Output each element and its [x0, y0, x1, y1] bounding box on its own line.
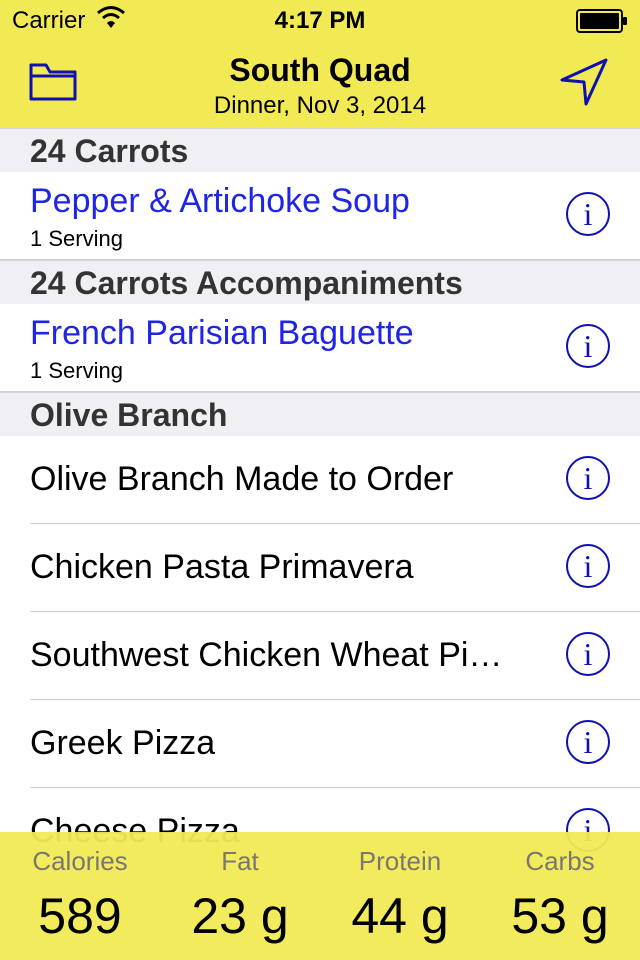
info-icon[interactable]: i [566, 324, 610, 368]
list-item[interactable]: French Parisian Baguette 1 Serving i [0, 304, 640, 392]
item-title[interactable]: French Parisian Baguette [30, 314, 414, 353]
navigation-bar: South Quad Dinner, Nov 3, 2014 [0, 40, 640, 128]
info-icon[interactable]: i [566, 632, 610, 676]
calories-stat: Calories 589 [0, 832, 160, 945]
menu-list: 24 Carrots Pepper & Artichoke Soup 1 Ser… [0, 128, 640, 876]
info-icon[interactable]: i [566, 720, 610, 764]
list-item[interactable]: Southwest Chicken Wheat Pi… i [0, 612, 640, 700]
item-servings: 1 Serving [30, 358, 123, 383]
carbs-value: 53 g [511, 888, 609, 944]
status-bar: Carrier 4:17 PM [0, 0, 640, 40]
section-header: 24 Carrots [0, 128, 640, 172]
section-header: 24 Carrots Accompaniments [0, 260, 640, 304]
carbs-stat: Carbs 53 g [480, 832, 640, 945]
item-title: Olive Branch Made to Order [30, 460, 454, 498]
carbs-label: Carbs [525, 846, 595, 876]
item-title: Chicken Pasta Primavera [30, 548, 414, 586]
protein-label: Protein [358, 846, 442, 876]
nutrition-summary-bar: Calories 589 Fat 23 g Protein 44 g Carbs… [0, 832, 640, 960]
battery-icon [576, 9, 627, 33]
list-item[interactable]: Olive Branch Made to Order i [0, 436, 640, 524]
info-icon[interactable]: i [566, 544, 610, 588]
location-arrow-icon[interactable] [558, 56, 610, 108]
item-title[interactable]: Pepper & Artichoke Soup [30, 182, 410, 221]
calories-label: Calories [32, 846, 128, 876]
divider [0, 259, 640, 260]
divider [0, 391, 640, 392]
info-icon[interactable]: i [566, 456, 610, 500]
item-title: Southwest Chicken Wheat Pi… [30, 636, 503, 674]
list-item[interactable]: Pepper & Artichoke Soup 1 Serving i [0, 172, 640, 260]
calories-value: 589 [38, 888, 122, 944]
fat-label: Fat [221, 846, 259, 876]
info-icon[interactable]: i [566, 192, 610, 236]
clock: 4:17 PM [274, 7, 366, 34]
protein-value: 44 g [351, 888, 449, 944]
page-subtitle: Dinner, Nov 3, 2014 [213, 92, 427, 119]
protein-stat: Protein 44 g [320, 832, 480, 945]
page-title: South Quad [229, 52, 411, 88]
fat-value: 23 g [191, 888, 289, 944]
section-header: Olive Branch [0, 392, 640, 436]
list-item[interactable]: Greek Pizza i [0, 700, 640, 788]
top-bar: Carrier 4:17 PM South Quad Dinner, Nov 3… [0, 0, 640, 128]
fat-stat: Fat 23 g [160, 832, 320, 945]
list-item[interactable]: Chicken Pasta Primavera i [0, 524, 640, 612]
item-title: Greek Pizza [30, 724, 216, 762]
item-servings: 1 Serving [30, 226, 123, 251]
